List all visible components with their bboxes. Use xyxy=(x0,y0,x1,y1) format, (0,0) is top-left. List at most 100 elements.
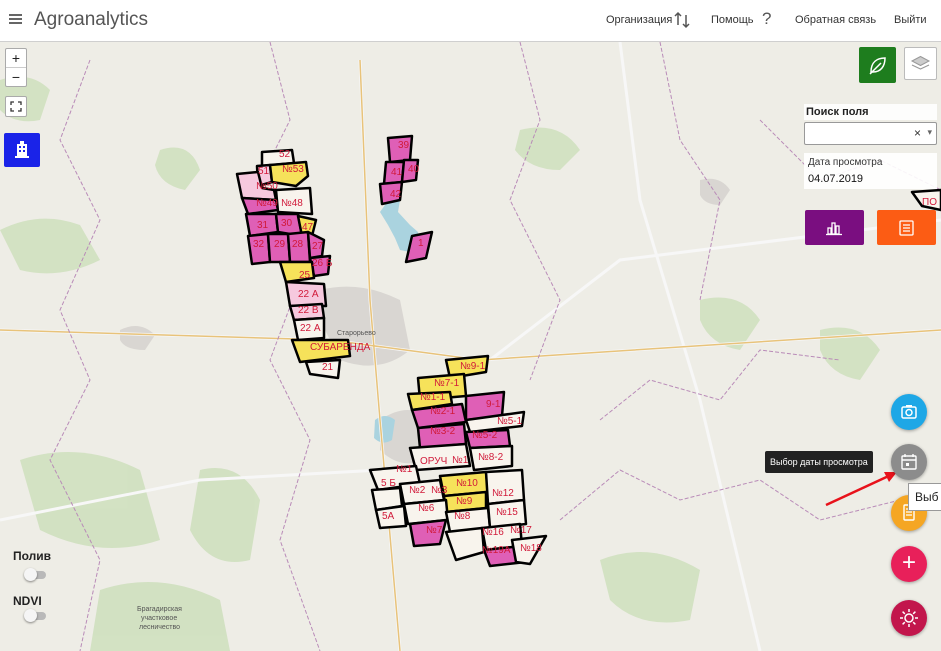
field-label: №9 xyxy=(456,496,473,507)
map-svg: 52 51 №53 №50 №49 №48 31 30 47 32 29 28 … xyxy=(0,42,941,651)
search-panel: Поиск поля × ▾ Дата просмотра 04.07.2019 xyxy=(804,104,937,189)
poliv-toggle[interactable] xyxy=(24,568,46,581)
field-label: №2-1 xyxy=(430,406,456,417)
field-label: 39 xyxy=(398,140,410,151)
field-label: №9-1 xyxy=(460,361,486,372)
field-label: №12 xyxy=(492,488,514,499)
field-label: №16 xyxy=(482,527,504,538)
field-label: №1 xyxy=(452,455,469,466)
logout-link[interactable]: Выйти xyxy=(894,14,927,26)
field-label: №18 xyxy=(520,543,542,554)
leaf-button[interactable] xyxy=(859,47,896,83)
field-label: 21 xyxy=(322,362,334,373)
sync-icon[interactable] xyxy=(674,11,690,29)
field-label: №19А xyxy=(482,545,511,556)
bar-chart-icon xyxy=(826,222,842,236)
field-label: №3 xyxy=(431,485,448,496)
help-link[interactable]: Помощь xyxy=(711,14,754,26)
building-icon xyxy=(15,141,29,158)
top-bar: Agroanalytics Организация Помощь ? Обрат… xyxy=(0,0,941,42)
field-label: 25 xyxy=(299,270,311,281)
report-button[interactable] xyxy=(877,210,936,245)
ndvi-label: NDVI xyxy=(13,594,42,608)
settings-button[interactable] xyxy=(891,600,927,636)
field-label: 30 xyxy=(281,218,293,229)
field-label: №48 xyxy=(281,198,303,209)
poliv-label: Полив xyxy=(13,549,52,563)
zoom-in-button[interactable]: + xyxy=(6,49,26,67)
field-label: ОРУЧ xyxy=(420,456,447,467)
field-label: 42 xyxy=(390,189,402,200)
field-label: №1-1 xyxy=(420,392,446,403)
layers-icon xyxy=(910,55,931,70)
add-button[interactable]: + xyxy=(891,546,927,582)
date-picker-button[interactable] xyxy=(891,444,927,480)
ndvi-toggle[interactable] xyxy=(24,609,46,622)
field-label: СУБАРЕНДА xyxy=(310,342,371,353)
field-label: №3-2 xyxy=(430,426,456,437)
field-label: 41 xyxy=(391,167,403,178)
field-label: 1 xyxy=(418,238,424,249)
field-label: 31 xyxy=(257,220,269,231)
organization-link[interactable]: Организация xyxy=(606,14,672,26)
field-label: 29 xyxy=(274,239,286,250)
field-label: 22 В xyxy=(298,305,319,316)
field-label: 52 xyxy=(279,149,291,160)
camera-button[interactable] xyxy=(891,394,927,430)
date-panel: Дата просмотра 04.07.2019 xyxy=(804,153,937,189)
clear-icon[interactable]: × xyxy=(914,126,921,140)
field-label: №5-1 xyxy=(497,416,523,427)
field-label: 26 Б xyxy=(312,258,333,269)
field-search-select[interactable]: × ▾ xyxy=(804,122,937,145)
document-icon xyxy=(899,220,914,236)
camera-icon xyxy=(901,405,917,419)
field-label: №6 xyxy=(418,503,435,514)
leaf-icon xyxy=(869,57,886,75)
menu-icon[interactable] xyxy=(9,14,22,25)
field-label: №8 xyxy=(454,511,471,522)
town-label: Старорьево xyxy=(337,330,376,337)
forest-label-2: участковое xyxy=(141,615,177,622)
help-icon[interactable]: ? xyxy=(762,9,771,29)
analytics-button[interactable] xyxy=(805,210,864,245)
field-label: №49 xyxy=(256,198,278,209)
field-label: 40 xyxy=(408,164,420,175)
forest-label-3: лесничество xyxy=(139,624,180,631)
field-label: №10 xyxy=(456,478,478,489)
field-label: №53 xyxy=(282,164,304,175)
field-label: 27 xyxy=(312,241,324,252)
search-label: Поиск поля xyxy=(804,104,937,120)
chevron-down-icon[interactable]: ▾ xyxy=(927,127,932,138)
map-canvas[interactable]: 52 51 №53 №50 №49 №48 31 30 47 32 29 28 … xyxy=(0,42,941,651)
field-label: 28 xyxy=(292,239,304,250)
zoom-out-button[interactable]: − xyxy=(6,67,26,86)
field-label: 51 xyxy=(258,166,270,177)
field-label: №5-2 xyxy=(472,430,498,441)
app-title: Agroanalytics xyxy=(34,9,149,30)
feedback-link[interactable]: Обратная связь xyxy=(795,14,876,26)
zoom-control: + − xyxy=(5,48,27,87)
gear-icon xyxy=(900,609,918,627)
field-label: 32 xyxy=(253,239,265,250)
field-label: №7 xyxy=(426,525,443,536)
layers-button[interactable] xyxy=(904,47,937,80)
field-label: №1 xyxy=(396,464,413,475)
fullscreen-icon[interactable] xyxy=(5,96,27,117)
date-picker-tooltip-cropped: Выб xyxy=(908,483,941,511)
forest-label: Брагадирская xyxy=(137,606,182,613)
building-button[interactable] xyxy=(4,133,40,167)
field-label: 22 А xyxy=(300,323,321,334)
field-label: 47 xyxy=(302,222,314,233)
field-label: 5А xyxy=(382,511,395,522)
calendar-icon xyxy=(901,454,917,470)
field-label: №15 xyxy=(496,507,518,518)
field-label: 22 А xyxy=(298,289,319,300)
field-label: №50 xyxy=(256,181,278,192)
field-label: 9-1 xyxy=(486,399,501,410)
field-label: №17 xyxy=(510,525,532,536)
field-label: №7-1 xyxy=(434,378,460,389)
field-label: №8-2 xyxy=(478,452,504,463)
field-label: №2 xyxy=(409,485,426,496)
date-value: 04.07.2019 xyxy=(808,173,864,185)
date-label: Дата просмотра xyxy=(808,157,883,168)
